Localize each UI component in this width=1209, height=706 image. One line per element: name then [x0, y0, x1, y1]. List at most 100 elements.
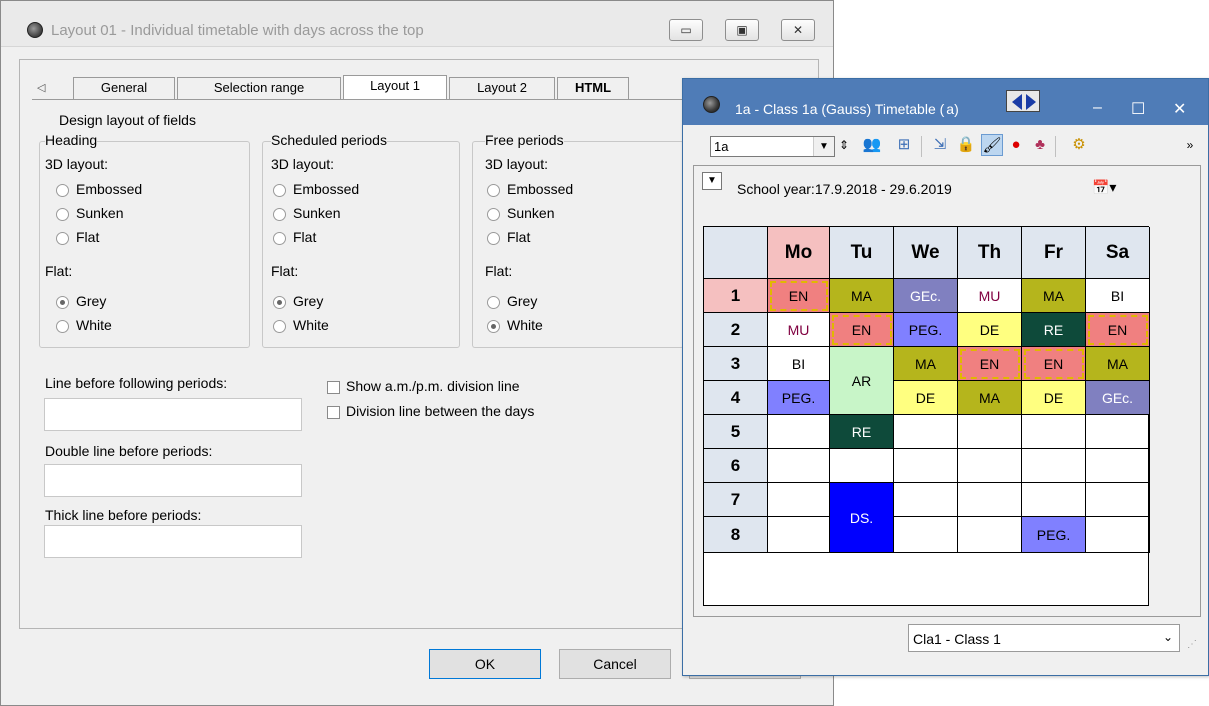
double-line-input[interactable]	[44, 464, 302, 497]
tt-close-button[interactable]: ✕	[1173, 99, 1186, 119]
ampm-division-checkbox[interactable]	[327, 381, 340, 394]
lesson-ar[interactable]: AR	[830, 347, 894, 415]
thick-line-label: Thick line before periods:	[45, 507, 202, 523]
scheduled-white-radio[interactable]	[273, 320, 286, 333]
toolbar-separator	[921, 136, 922, 157]
maximize-button[interactable]: ▣	[725, 19, 759, 41]
heading-white-radio[interactable]	[56, 320, 69, 333]
free-3d-label: 3D layout:	[485, 156, 549, 172]
lesson-en[interactable]: EN	[958, 347, 1022, 381]
lesson-de[interactable]: DE	[958, 313, 1022, 347]
lesson-ma[interactable]: MA	[830, 279, 894, 313]
settings-gear-icon[interactable]: ⚙	[1068, 134, 1090, 156]
lesson-en[interactable]: EN	[1022, 347, 1086, 381]
lesson-mu[interactable]: MU	[768, 313, 830, 347]
untis-clock-icon	[703, 96, 720, 113]
resize-grip-icon[interactable]: ⋰	[1187, 639, 1197, 650]
minimize-button[interactable]: ▭	[669, 19, 703, 41]
grid-icon[interactable]: ⊞	[893, 134, 915, 156]
day-division-checkbox[interactable]	[327, 406, 340, 419]
people-icon[interactable]: 👥	[861, 134, 883, 156]
lesson-ma[interactable]: MA	[1022, 279, 1086, 313]
free-flat-label: Flat	[507, 229, 531, 245]
dropdown-arrow-icon[interactable]: ▼	[702, 172, 722, 190]
tab-layout-2[interactable]: Layout 2	[449, 77, 555, 99]
chevron-down-icon[interactable]: ⌄	[1163, 630, 1173, 644]
pin-icon[interactable]: ●	[1005, 134, 1027, 156]
timetable-title-suffix: a)	[946, 101, 959, 117]
lesson-peg[interactable]: PEG.	[768, 381, 830, 415]
empty-cell	[768, 415, 830, 449]
lesson-en[interactable]: EN	[768, 279, 830, 313]
tab-general[interactable]: General	[73, 77, 175, 99]
prev-next-arrows[interactable]	[1006, 90, 1040, 112]
scheduled-sunken-radio[interactable]	[273, 208, 286, 221]
timetable-titlebar[interactable]: 1a - Class 1a (Gauss) Timetable (a) – ☐ …	[683, 79, 1208, 125]
heading-embossed-radio[interactable]	[56, 184, 69, 197]
tt-minimize-button[interactable]: –	[1093, 99, 1102, 117]
class-selector[interactable]: 1a ▼	[710, 136, 835, 157]
empty-cell	[768, 449, 830, 483]
class-filter-dropdown[interactable]: Cla1 - Class 1 ⌄	[908, 624, 1180, 652]
period-number: 4	[704, 381, 768, 415]
scheduled-embossed-radio[interactable]	[273, 184, 286, 197]
cancel-button[interactable]: Cancel	[559, 649, 671, 679]
scheduled-flat-radio[interactable]	[273, 232, 286, 245]
lesson-re[interactable]: RE	[830, 415, 894, 449]
tab-html[interactable]: HTML	[557, 77, 629, 99]
spin-icon[interactable]: ⇕	[833, 134, 855, 156]
free-flat-radio[interactable]	[487, 232, 500, 245]
lesson-ma[interactable]: MA	[958, 381, 1022, 415]
double-line-label: Double line before periods:	[45, 443, 213, 459]
thick-line-input[interactable]	[44, 525, 302, 558]
period-number: 8	[704, 517, 768, 553]
tt-maximize-button[interactable]: ☐	[1131, 99, 1145, 119]
lock-icon[interactable]: 🔒	[955, 134, 977, 156]
lesson-mu[interactable]: MU	[958, 279, 1022, 313]
period-number: 2	[704, 313, 768, 347]
free-sunken-radio[interactable]	[487, 208, 500, 221]
lesson-de[interactable]: DE	[894, 381, 958, 415]
lesson-bi[interactable]: BI	[1086, 279, 1150, 313]
free-embossed-radio[interactable]	[487, 184, 500, 197]
tab-layout-1[interactable]: Layout 1	[343, 75, 447, 101]
toolbar-separator	[1055, 136, 1056, 157]
lesson-gec[interactable]: GEc.	[1086, 381, 1150, 415]
empty-cell	[1022, 449, 1086, 483]
lesson-gec[interactable]: GEc.	[894, 279, 958, 313]
line-before-input[interactable]	[44, 398, 302, 431]
lesson-bi[interactable]: BI	[768, 347, 830, 381]
lesson-peg[interactable]: PEG.	[1022, 517, 1086, 553]
empty-cell	[894, 483, 958, 517]
users-icon[interactable]: ♣	[1029, 134, 1051, 156]
ampm-division-label: Show a.m./p.m. division line	[346, 378, 520, 394]
close-button[interactable]: ✕	[781, 19, 815, 41]
free-grey-radio[interactable]	[487, 296, 500, 309]
lesson-peg[interactable]: PEG.	[894, 313, 958, 347]
lesson-ds[interactable]: DS.	[830, 483, 894, 553]
heading-sunken-radio[interactable]	[56, 208, 69, 221]
lesson-de[interactable]: DE	[1022, 381, 1086, 415]
free-white-radio[interactable]	[487, 320, 500, 333]
format-icon[interactable]: 🖌	[981, 134, 1003, 156]
heading-flat-radio[interactable]	[56, 232, 69, 245]
heading-grey-radio[interactable]	[56, 296, 69, 309]
dialog-titlebar[interactable]: Layout 01 - Individual timetable with da…	[1, 1, 833, 47]
chevron-down-icon[interactable]: ▼	[813, 137, 834, 156]
tab-selection-range[interactable]: Selection range	[177, 77, 341, 99]
toolbar-overflow-icon[interactable]: »	[1179, 134, 1201, 156]
ok-button[interactable]: OK	[429, 649, 541, 679]
section-title: Design layout of fields	[59, 112, 196, 128]
lesson-en[interactable]: EN	[1086, 313, 1150, 347]
export-icon[interactable]: ⇲	[929, 134, 951, 156]
empty-cell	[894, 517, 958, 553]
lesson-re[interactable]: RE	[1022, 313, 1086, 347]
lesson-en[interactable]: EN	[830, 313, 894, 347]
tab-scroll-left-icon[interactable]: ◁	[37, 81, 45, 94]
lesson-ma[interactable]: MA	[894, 347, 958, 381]
day-header: Mo	[768, 227, 830, 279]
calendar-icon[interactable]: 📅▾	[1092, 179, 1132, 201]
scheduled-grey-radio[interactable]	[273, 296, 286, 309]
lesson-ma[interactable]: MA	[1086, 347, 1150, 381]
empty-cell	[958, 415, 1022, 449]
